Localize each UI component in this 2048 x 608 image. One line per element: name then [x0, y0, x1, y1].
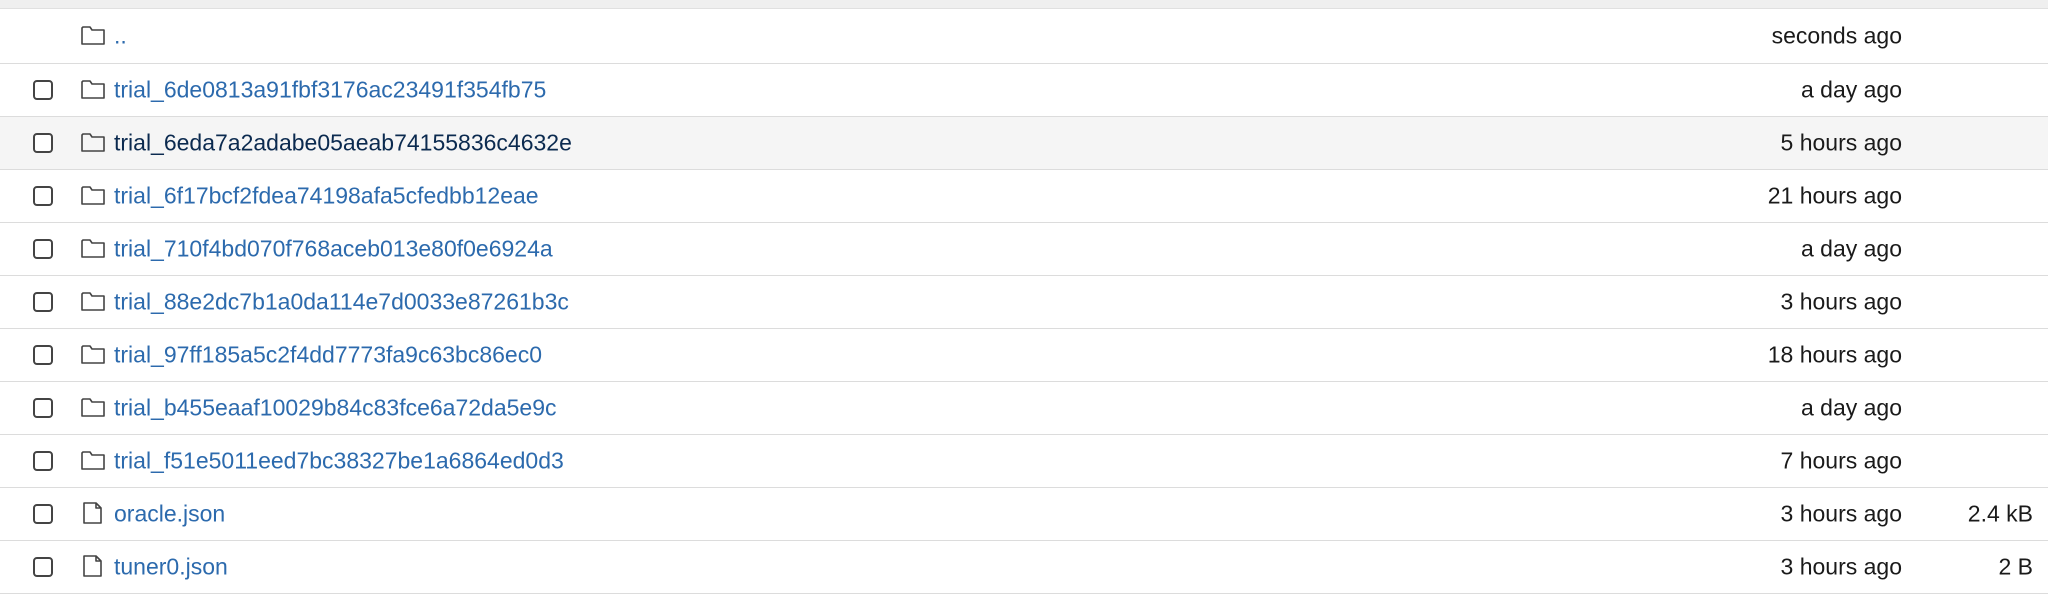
folder-icon [80, 23, 106, 47]
file-name-link[interactable]: tuner0.json [114, 554, 228, 581]
folder-icon [80, 183, 106, 207]
row-checkbox[interactable] [33, 292, 53, 312]
file-row[interactable]: trial_710f4bd070f768aceb013e80f0e6924a a… [0, 223, 2048, 276]
file-modified: seconds ago [1771, 22, 1902, 49]
folder-icon [80, 130, 106, 154]
folder-icon [80, 395, 106, 419]
file-modified: a day ago [1800, 235, 1902, 262]
file-row[interactable]: trial_97ff185a5c2f4dd7773fa9c63bc86ec0 1… [0, 329, 2048, 382]
file-name-link[interactable]: trial_f51e5011eed7bc38327be1a6864ed0d3 [114, 448, 564, 475]
file-modified: 3 hours ago [1780, 500, 1902, 527]
folder-icon [80, 289, 106, 313]
file-modified: a day ago [1800, 394, 1902, 421]
top-divider [0, 0, 2048, 9]
file-row[interactable]: trial_b455eaaf10029b84c83fce6a72da5e9c a… [0, 382, 2048, 435]
folder-icon [80, 342, 106, 366]
folder-icon [80, 448, 106, 472]
file-modified: 3 hours ago [1780, 553, 1902, 580]
file-row[interactable]: tuner0.json 3 hours ago 2 B [0, 541, 2048, 594]
file-row[interactable]: trial_6eda7a2adabe05aeab74155836c4632e 5… [0, 117, 2048, 170]
file-row[interactable]: trial_88e2dc7b1a0da114e7d0033e87261b3c 3… [0, 276, 2048, 329]
file-modified: 5 hours ago [1780, 129, 1902, 156]
row-checkbox[interactable] [33, 80, 53, 100]
file-modified: 18 hours ago [1767, 341, 1902, 368]
file-row-parent[interactable]: .. seconds ago [0, 9, 2048, 64]
file-row[interactable]: oracle.json 3 hours ago 2.4 kB [0, 488, 2048, 541]
file-size: 2 B [1998, 553, 2033, 580]
file-name-link[interactable]: trial_88e2dc7b1a0da114e7d0033e87261b3c [114, 289, 569, 316]
row-checkbox[interactable] [33, 345, 53, 365]
folder-icon [80, 236, 106, 260]
row-checkbox[interactable] [33, 186, 53, 206]
row-checkbox[interactable] [33, 239, 53, 259]
file-name-link[interactable]: trial_97ff185a5c2f4dd7773fa9c63bc86ec0 [114, 342, 542, 369]
row-checkbox[interactable] [33, 398, 53, 418]
file-modified: a day ago [1800, 76, 1902, 103]
folder-icon [80, 77, 106, 101]
file-name-link[interactable]: trial_6eda7a2adabe05aeab74155836c4632e [114, 130, 572, 157]
file-name-link[interactable]: trial_6de0813a91fbf3176ac23491f354fb75 [114, 77, 546, 104]
file-row[interactable]: trial_f51e5011eed7bc38327be1a6864ed0d3 7… [0, 435, 2048, 488]
file-icon [80, 501, 106, 525]
file-row[interactable]: trial_6f17bcf2fdea74198afa5cfedbb12eae 2… [0, 170, 2048, 223]
file-modified: 7 hours ago [1780, 447, 1902, 474]
file-size: 2.4 kB [1967, 500, 2033, 527]
file-name-link[interactable]: .. [114, 23, 127, 50]
file-list: .. seconds ago trial_6de0813a91fbf3176ac… [0, 9, 2048, 594]
file-modified: 3 hours ago [1780, 288, 1902, 315]
row-checkbox[interactable] [33, 451, 53, 471]
file-name-link[interactable]: trial_6f17bcf2fdea74198afa5cfedbb12eae [114, 183, 539, 210]
row-checkbox[interactable] [33, 504, 53, 524]
row-checkbox[interactable] [33, 133, 53, 153]
file-row[interactable]: trial_6de0813a91fbf3176ac23491f354fb75 a… [0, 64, 2048, 117]
file-icon [80, 554, 106, 578]
file-name-link[interactable]: trial_b455eaaf10029b84c83fce6a72da5e9c [114, 395, 557, 422]
file-name-link[interactable]: trial_710f4bd070f768aceb013e80f0e6924a [114, 236, 553, 263]
file-modified: 21 hours ago [1767, 182, 1902, 209]
row-checkbox[interactable] [33, 557, 53, 577]
file-name-link[interactable]: oracle.json [114, 501, 225, 528]
